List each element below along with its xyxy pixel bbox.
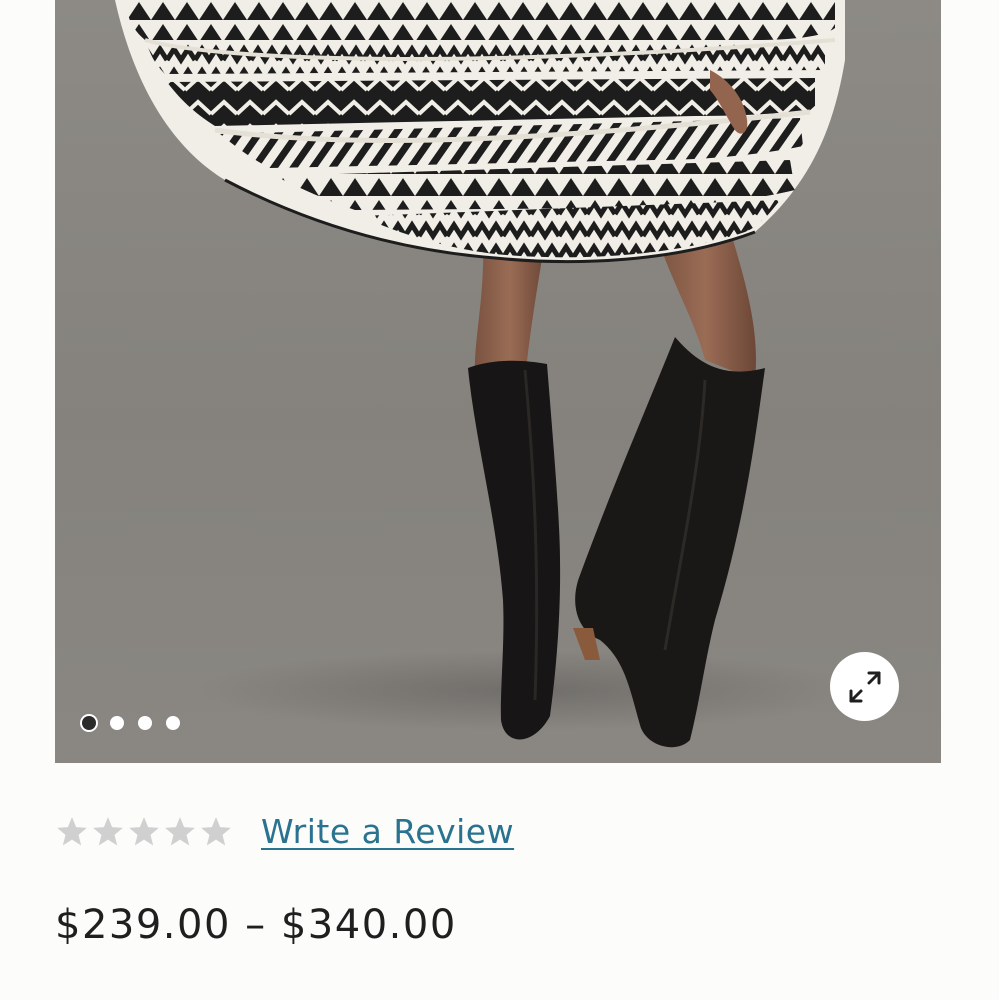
price-high: $340.00 bbox=[280, 902, 457, 948]
price-low: $239.00 bbox=[55, 902, 231, 948]
rating-row: Write a Review bbox=[55, 812, 514, 851]
gallery-dot-3[interactable] bbox=[138, 716, 152, 730]
product-image-gallery[interactable] bbox=[55, 0, 941, 763]
write-review-link[interactable]: Write a Review bbox=[261, 812, 514, 851]
star-rating bbox=[55, 815, 233, 849]
gallery-dot-2[interactable] bbox=[110, 716, 124, 730]
star-icon bbox=[165, 816, 195, 845]
star-icon bbox=[129, 816, 159, 845]
star-icon bbox=[201, 816, 231, 845]
product-photo bbox=[115, 0, 855, 748]
expand-image-button[interactable] bbox=[830, 652, 899, 721]
star-icon bbox=[57, 816, 87, 845]
price-separator: – bbox=[245, 902, 267, 948]
gallery-dot-4[interactable] bbox=[166, 716, 180, 730]
gallery-dot-1[interactable] bbox=[82, 716, 96, 730]
price-range: $239.00 – $340.00 bbox=[55, 902, 457, 948]
product-page: Write a Review $239.00 – $340.00 bbox=[0, 0, 999, 1000]
gallery-pagination bbox=[82, 716, 180, 730]
expand-arrows-icon bbox=[849, 671, 880, 702]
star-icon bbox=[93, 816, 123, 845]
